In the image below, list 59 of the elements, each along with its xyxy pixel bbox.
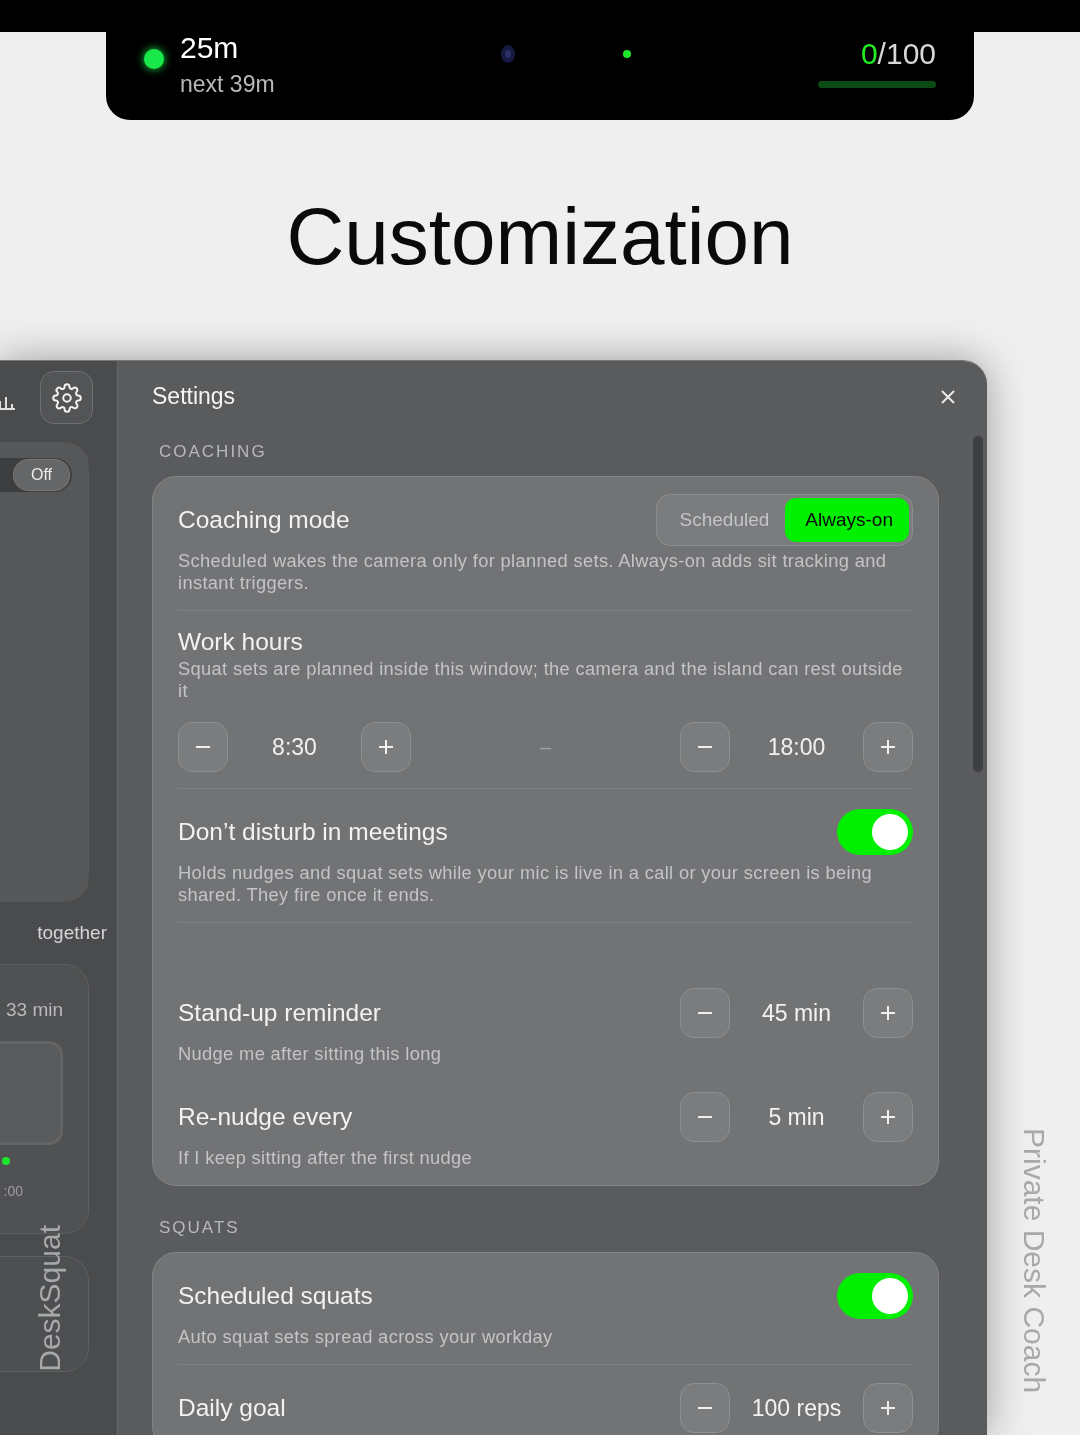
close-button[interactable]	[939, 387, 957, 406]
status-dot	[144, 49, 164, 69]
minus-icon	[698, 1116, 712, 1118]
minus-icon	[196, 746, 210, 748]
minus-icon	[698, 1012, 712, 1014]
settings-icon	[51, 382, 82, 413]
settings-button[interactable]	[40, 371, 93, 424]
elapsed-time: 25m	[180, 30, 240, 65]
plus-icon	[379, 740, 393, 754]
stepper-value: 45 min	[760, 999, 832, 1027]
increase-button[interactable]	[863, 1092, 913, 1142]
toggle-switch[interactable]	[837, 809, 913, 855]
minus-icon	[698, 1407, 712, 1409]
toggle-switch[interactable]	[837, 1273, 913, 1319]
increase-button[interactable]	[863, 988, 913, 1038]
setting-description: If I keep sitting after the first nudge	[178, 1147, 474, 1169]
brand-name: DeskSquat	[33, 1225, 67, 1372]
setting-description: Scheduled wakes the camera only for planned sets. Always-on adds sit tracking and instant triggers.	[178, 550, 888, 594]
plus-icon	[881, 1401, 895, 1415]
plus-icon	[881, 740, 895, 754]
duration-text: 33 min	[5, 999, 63, 1021]
squat-count: 0/100	[860, 36, 936, 71]
camera-lens-icon	[501, 45, 516, 63]
range-separator: –	[539, 735, 552, 759]
mode-option[interactable]: Always-on	[785, 498, 909, 542]
scrollbar[interactable]	[973, 436, 983, 772]
setting-title: Scheduled squats	[178, 1282, 373, 1310]
status-dot	[2, 1157, 10, 1165]
next-time: next 39m	[180, 70, 275, 98]
increase-button[interactable]	[863, 1383, 913, 1433]
setting-title: Don’t disturb in meetings	[178, 818, 448, 846]
plus-icon	[881, 1110, 895, 1124]
section-label: SQUATS	[159, 1218, 241, 1238]
setting-title: Daily goal	[178, 1394, 286, 1422]
minus-icon	[698, 746, 712, 748]
close-icon	[939, 387, 957, 406]
stepper-value: 8:30	[271, 733, 318, 761]
stepper-value: 18:00	[766, 733, 827, 761]
plus-icon	[881, 1006, 895, 1020]
setting-description: Holds nudges and squat sets while your mic is live in a call or your screen is being shared. They fire once it ends.	[178, 862, 873, 906]
increase-button[interactable]	[361, 722, 411, 772]
setting-description: Nudge me after sitting this long	[178, 1043, 443, 1065]
setting-description: Auto squat sets spread across your workday	[178, 1326, 554, 1348]
section-label: COACHING	[159, 442, 268, 462]
camera-toggle[interactable]: Off	[0, 458, 72, 492]
time-label: :00	[3, 1183, 23, 1199]
settings-title: Settings	[152, 383, 236, 410]
live-dot	[623, 50, 632, 58]
setting-title: Re-nudge every	[178, 1103, 353, 1131]
setting-title: Stand-up reminder	[178, 999, 381, 1027]
setting-title: Work hours	[178, 628, 303, 655]
side-caption: Private Desk Coach	[1016, 1127, 1051, 1393]
setting-description: Squat sets are planned inside this window; the camera and the island can rest outside it	[178, 658, 904, 702]
stepper-value: 100 reps	[750, 1394, 843, 1422]
stepper-value: 5 min	[767, 1103, 826, 1131]
increase-button[interactable]	[863, 722, 913, 772]
sidebar-text: together	[37, 922, 107, 944]
setting-title: Coaching mode	[178, 506, 350, 534]
page-headline: Customization	[285, 191, 795, 283]
